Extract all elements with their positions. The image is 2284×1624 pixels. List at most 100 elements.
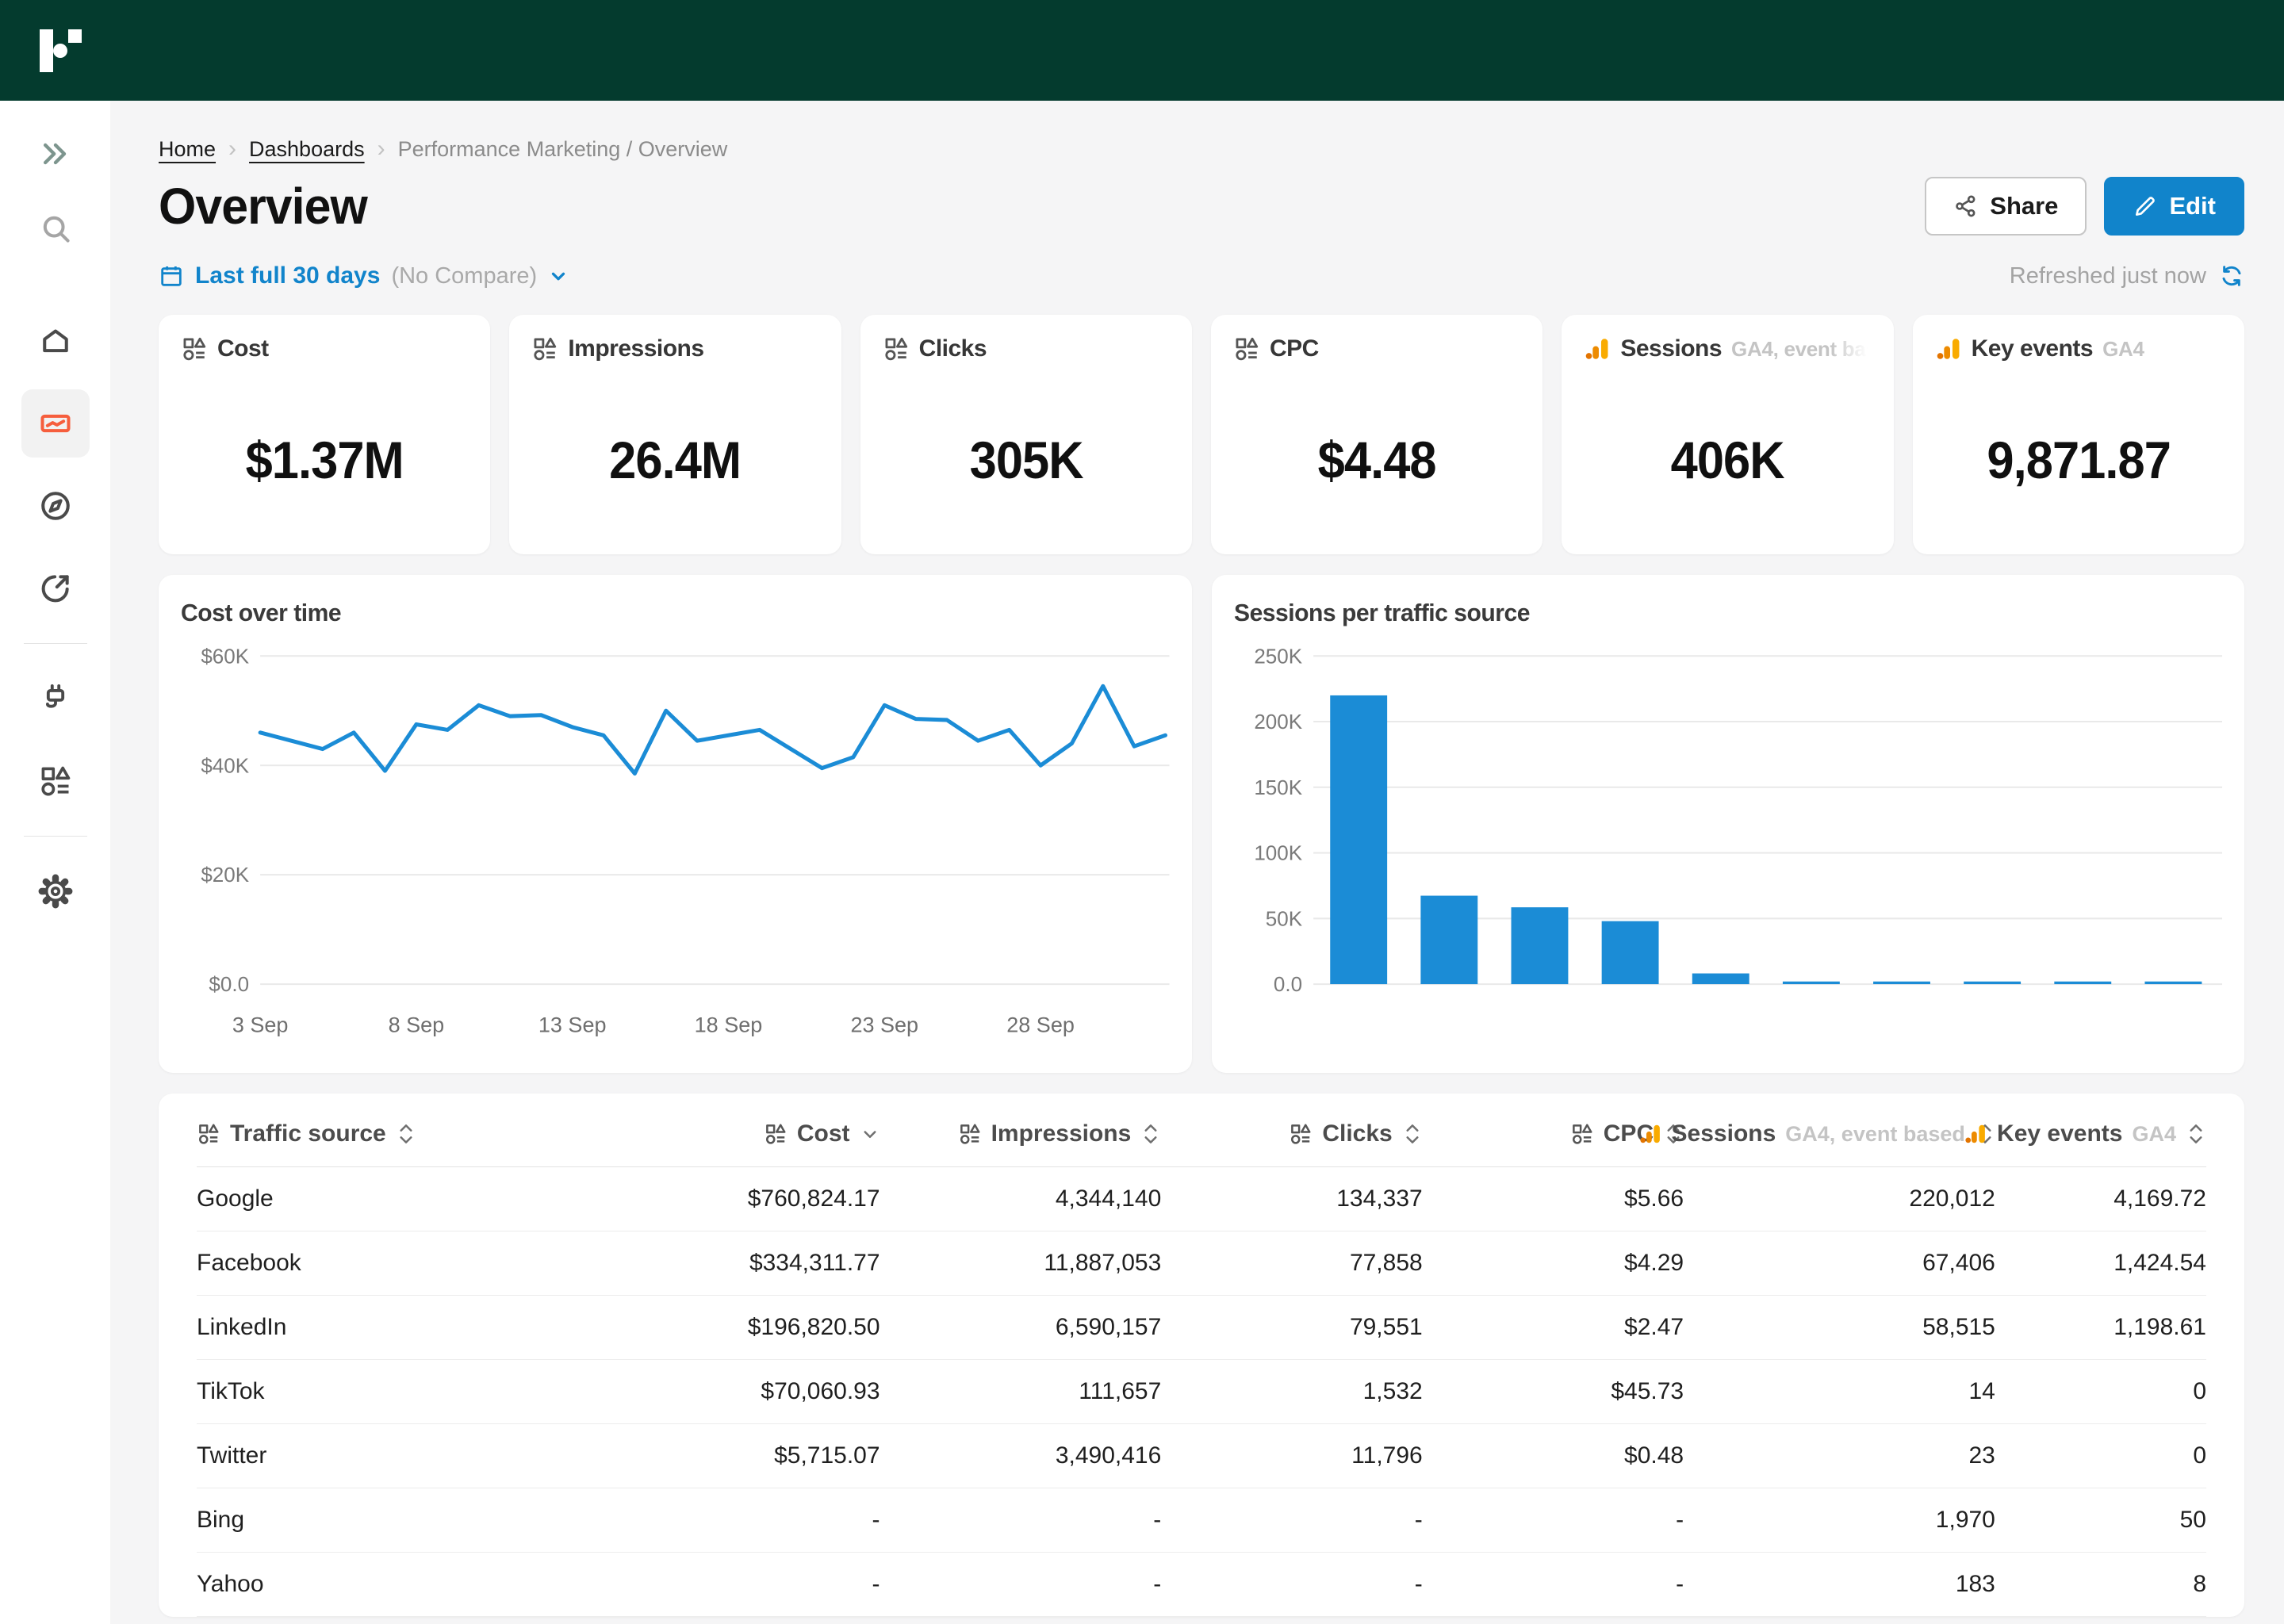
svg-text:0.0: 0.0 xyxy=(1273,972,1301,996)
pencil-icon xyxy=(2133,193,2158,219)
search-icon xyxy=(38,211,73,246)
cost-over-time-chart: $0.0$20K$40K$60K3 Sep8 Sep13 Sep18 Sep23… xyxy=(181,632,1170,1064)
sessions-per-source-widget: Sessions per traffic source 0.050K100K15… xyxy=(1212,575,2245,1073)
sidebar-search-button[interactable] xyxy=(21,194,90,262)
kpi-label: CPC xyxy=(1270,335,1319,362)
google-analytics-icon xyxy=(1584,335,1611,362)
sidebar-item-share-export[interactable] xyxy=(21,554,90,622)
value-cell: - xyxy=(880,1488,1162,1553)
traffic-source-table: Traffic sourceCostImpressionsClicksCPCSe… xyxy=(197,1098,2206,1617)
sidebar-item-connectors[interactable] xyxy=(21,665,90,733)
sort-icon[interactable] xyxy=(1402,1122,1423,1146)
custom-metric-shapes-icon xyxy=(1570,1122,1594,1146)
arrow-out-circle-icon xyxy=(38,571,73,606)
traffic-source-cell: Bing xyxy=(197,1488,619,1553)
value-cell: $4.29 xyxy=(1423,1231,1684,1296)
column-header-key-events[interactable]: Key eventsGA4 xyxy=(1995,1098,2206,1167)
kpi-value: 26.4M xyxy=(542,362,809,534)
traffic-source-cell: Facebook xyxy=(197,1231,619,1296)
share-button[interactable]: Share xyxy=(1925,177,2087,236)
column-header-clicks[interactable]: Clicks xyxy=(1161,1098,1422,1167)
refresh-status: Refreshed just now xyxy=(2010,263,2244,289)
svg-text:250K: 250K xyxy=(1254,644,1302,668)
column-header-traffic-source[interactable]: Traffic source xyxy=(197,1098,619,1167)
value-cell: - xyxy=(1161,1488,1422,1553)
value-cell: 220,012 xyxy=(1684,1167,1995,1231)
kpi-value: $4.48 xyxy=(1244,362,1511,534)
value-cell: 1,532 xyxy=(1161,1360,1422,1424)
sort-icon[interactable] xyxy=(396,1122,416,1146)
traffic-source-cell: LinkedIn xyxy=(197,1296,619,1360)
sidebar-expand-button[interactable] xyxy=(21,120,90,188)
value-cell: 58,515 xyxy=(1684,1296,1995,1360)
table-row-tiktok: TikTok$70,060.93111,6571,532$45.73140 xyxy=(197,1360,2206,1424)
compass-icon xyxy=(38,488,73,523)
date-range-label: Last full 30 days xyxy=(195,262,380,289)
sidebar-item-fields[interactable] xyxy=(21,747,90,815)
date-range-selector[interactable]: Last full 30 days (No Compare) xyxy=(159,262,569,289)
value-cell: $334,311.77 xyxy=(619,1231,879,1296)
sessions-per-source-chart: 0.050K100K150K200K250K xyxy=(1234,632,2223,1064)
kpi-card-cost: Cost$1.37M xyxy=(159,315,490,554)
svg-text:100K: 100K xyxy=(1254,841,1302,865)
table-row-twitter: Twitter$5,715.073,490,41611,796$0.48230 xyxy=(197,1424,2206,1488)
sidebar-item-home[interactable] xyxy=(21,307,90,375)
sidebar-divider xyxy=(24,836,87,837)
kpi-label: Sessions xyxy=(1620,335,1722,362)
breadcrumb-dashboards-link[interactable]: Dashboards xyxy=(249,137,365,162)
kpi-card-sessions: Sessions GA4, event bas406K xyxy=(1562,315,1893,554)
bar xyxy=(1511,907,1568,984)
sort-icon[interactable] xyxy=(2186,1122,2206,1146)
refresh-icon[interactable] xyxy=(2219,263,2244,289)
kpi-card-impressions: Impressions26.4M xyxy=(509,315,841,554)
sort-icon[interactable] xyxy=(1140,1122,1161,1146)
sidebar-item-explore[interactable] xyxy=(21,472,90,540)
custom-metric-shapes-icon xyxy=(1289,1122,1313,1146)
value-cell: 23 xyxy=(1684,1424,1995,1488)
kpi-card-cpc: CPC$4.48 xyxy=(1211,315,1542,554)
kpi-card-key-events: Key eventsGA49,871.87 xyxy=(1913,315,2244,554)
bar xyxy=(1330,695,1387,984)
breadcrumb-home-link[interactable]: Home xyxy=(159,137,216,162)
value-cell: 8 xyxy=(1995,1553,2206,1617)
chart-title: Cost over time xyxy=(181,599,1140,627)
value-cell: - xyxy=(619,1488,879,1553)
value-cell: 6,590,157 xyxy=(880,1296,1162,1360)
kpi-card-clicks: Clicks305K xyxy=(860,315,1192,554)
table-row-google: Google$760,824.174,344,140134,337$5.6622… xyxy=(197,1167,2206,1231)
value-cell: 1,198.61 xyxy=(1995,1296,2206,1360)
bar xyxy=(1964,982,2021,984)
column-header-cost[interactable]: Cost xyxy=(619,1098,879,1167)
column-label: Traffic source xyxy=(230,1120,386,1147)
column-header-sessions[interactable]: SessionsGA4, event based xyxy=(1684,1098,1995,1167)
table-header-row: Traffic sourceCostImpressionsClicksCPCSe… xyxy=(197,1098,2206,1167)
sort-desc-icon[interactable] xyxy=(860,1122,880,1146)
edit-button[interactable]: Edit xyxy=(2104,177,2244,236)
traffic-source-table-widget: Traffic sourceCostImpressionsClicksCPCSe… xyxy=(159,1094,2244,1617)
funnel-logo-icon[interactable] xyxy=(40,29,84,73)
edit-button-label: Edit xyxy=(2169,192,2216,220)
sidebar-item-settings[interactable] xyxy=(21,857,90,925)
column-source: GA4, event based xyxy=(1785,1122,1965,1147)
kpi-value: 305K xyxy=(892,362,1159,534)
value-cell: 183 xyxy=(1684,1553,1995,1617)
bar xyxy=(1601,921,1658,984)
kpi-value: 406K xyxy=(1594,362,1861,534)
bar xyxy=(2144,982,2202,984)
traffic-source-cell: Twitter xyxy=(197,1424,619,1488)
google-analytics-icon xyxy=(1638,1122,1662,1146)
value-cell: 111,657 xyxy=(880,1360,1162,1424)
svg-text:28 Sep: 28 Sep xyxy=(1006,1013,1075,1037)
value-cell: 4,169.72 xyxy=(1995,1167,2206,1231)
sidebar-divider xyxy=(24,643,87,644)
svg-text:$40K: $40K xyxy=(201,753,249,777)
column-header-impressions[interactable]: Impressions xyxy=(880,1098,1162,1167)
kpi-source: GA4, event bas xyxy=(1731,337,1868,362)
value-cell: 79,551 xyxy=(1161,1296,1422,1360)
svg-text:8 Sep: 8 Sep xyxy=(389,1013,445,1037)
sidebar-item-dashboards[interactable] xyxy=(21,389,90,458)
kpi-source: GA4 xyxy=(2102,337,2144,362)
table-row-yahoo: Yahoo----1838 xyxy=(197,1553,2206,1617)
svg-text:13 Sep: 13 Sep xyxy=(538,1013,607,1037)
breadcrumb-current: Performance Marketing / Overview xyxy=(398,137,728,162)
